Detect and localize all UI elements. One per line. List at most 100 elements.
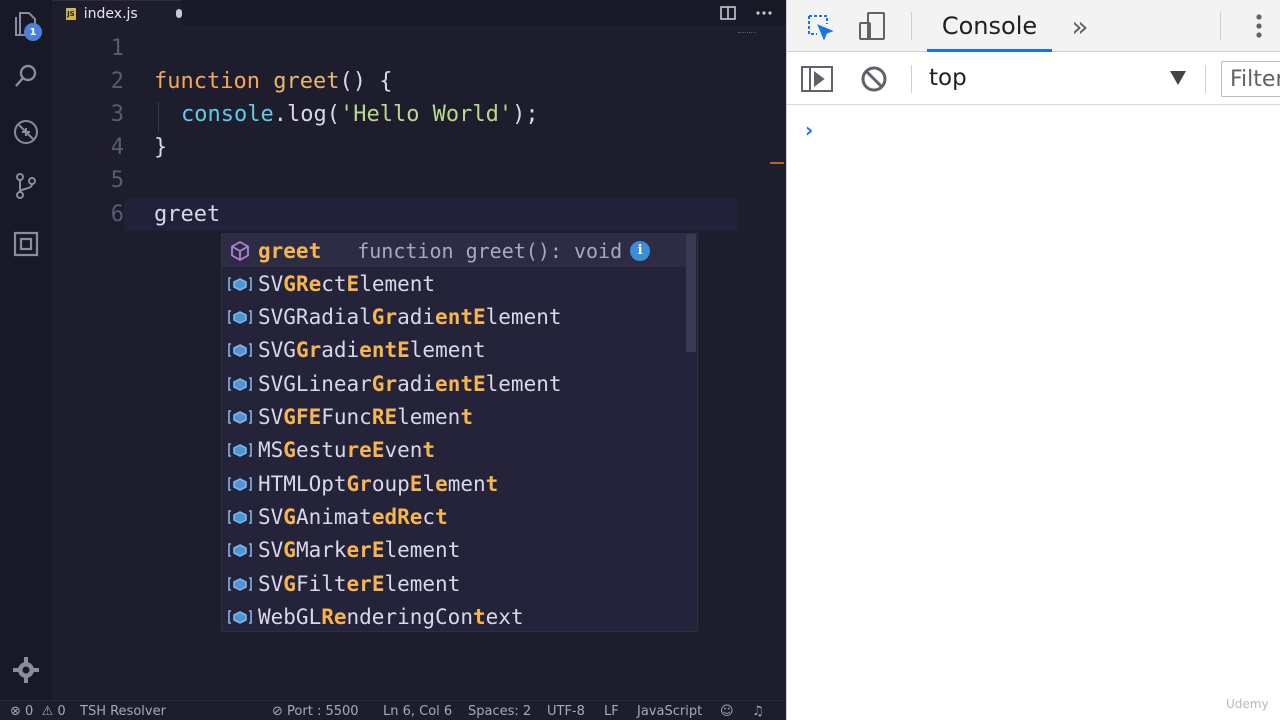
suggestion-item[interactable]: SVGMarkerElement	[222, 534, 688, 567]
dropdown-caret-icon[interactable]	[1170, 71, 1186, 85]
cube-method-icon	[222, 240, 258, 262]
suggestion-item[interactable]: MSGestureEvent	[222, 434, 688, 467]
code-line-6[interactable]: greet	[154, 202, 220, 227]
search-icon[interactable]	[10, 60, 42, 92]
variable-icon	[222, 509, 258, 525]
variable-icon	[222, 576, 258, 592]
activity-bar: 1	[0, 0, 52, 700]
console-toolbar: top	[787, 53, 1280, 105]
settings-gear-icon[interactable]	[10, 654, 42, 686]
cursor-position[interactable]: Ln 6, Col 6	[383, 704, 452, 719]
unsaved-dot-icon[interactable]	[175, 9, 182, 18]
string-token: 'Hello World'	[339, 102, 513, 127]
suggestion-detail: function greet(): void	[357, 238, 623, 263]
suggest-scrollbar[interactable]	[686, 234, 696, 352]
toolbar-divider	[911, 12, 912, 40]
extensions-icon[interactable]	[10, 228, 42, 260]
feedback-smiley-icon[interactable]: ☺	[720, 704, 734, 719]
warning-icon: ⚠	[41, 704, 54, 719]
suggestion-label: SVGFEFuncRElement	[258, 405, 473, 429]
suggestion-item-greet[interactable]: greet function greet(): void i	[222, 234, 688, 267]
variable-icon	[222, 342, 258, 358]
device-toolbar-icon[interactable]	[857, 10, 889, 42]
inspect-element-icon[interactable]	[805, 12, 835, 42]
source-control-icon[interactable]	[10, 170, 42, 202]
indent-guide	[158, 102, 159, 132]
error-count: 0	[25, 704, 34, 719]
status-bar: ⊗ 0 ⚠ 0 TSH Resolver ⊘ Port : 5500 Ln 6,…	[0, 700, 786, 720]
tab-label: index.js	[83, 5, 138, 22]
suggestion-item[interactable]: SVGAnimatedRect	[222, 500, 688, 533]
overview-ruler-mark	[738, 32, 756, 38]
suggestion-item[interactable]: SVGGradientElement	[222, 334, 688, 367]
toolbar-divider	[1220, 12, 1221, 40]
line-number: 5	[110, 168, 124, 193]
suggestion-label: SVGRectElement	[258, 271, 436, 296]
console-filter-input[interactable]	[1221, 61, 1280, 97]
indentation[interactable]: Spaces: 2	[468, 704, 531, 719]
punctuation-token: );	[512, 102, 539, 127]
suggestion-item[interactable]: HTMLOptGroupElement	[222, 467, 688, 500]
line-number: 1	[110, 36, 124, 61]
punctuation-token: (	[326, 102, 340, 127]
split-editor-icon[interactable]	[718, 4, 738, 22]
devtools-toolbar: Console »	[787, 0, 1280, 52]
code-line-4[interactable]: }	[154, 135, 167, 160]
overview-ruler-cursor-mark	[770, 162, 784, 164]
variable-icon	[222, 609, 258, 625]
more-actions-icon[interactable]	[754, 4, 774, 22]
language-mode[interactable]: JavaScript	[637, 704, 702, 719]
js-file-icon: JS	[66, 7, 76, 20]
problems-indicator[interactable]: ⊗ 0 ⚠ 0	[10, 704, 66, 719]
suggestion-label: greet	[258, 238, 322, 263]
suggestion-item[interactable]: SVGFilterElement	[222, 567, 688, 600]
tab-index-js[interactable]: JS index.js	[52, 0, 182, 26]
suggestion-item[interactable]: SVGRadialGradientElement	[222, 301, 688, 334]
editor-tab-bar: JS index.js	[52, 0, 786, 26]
udemy-watermark: Udemy	[1226, 697, 1269, 711]
broadcast-icon: ⊘	[272, 704, 283, 719]
more-tabs-chevron-icon[interactable]: »	[1067, 10, 1093, 43]
suggestion-label: SVGGradientElement	[258, 338, 486, 363]
warning-count: 0	[57, 704, 66, 719]
suggestion-item[interactable]: SVGFEFuncRElement	[222, 401, 688, 434]
method-token: log	[286, 102, 327, 127]
suggestion-item[interactable]: WebGLRenderingContext	[222, 600, 688, 633]
execution-context-select[interactable]: top	[929, 65, 967, 91]
debug-icon[interactable]	[10, 116, 42, 148]
suggestion-label: WebGLRenderingContext	[258, 604, 524, 629]
variable-icon	[222, 542, 258, 558]
suggestion-label: SVGFilterElement	[258, 571, 461, 596]
punctuation-token: .	[273, 102, 287, 127]
devtools-menu-icon[interactable]	[1249, 12, 1269, 40]
suggestion-label: SVGMarkerElement	[258, 538, 461, 563]
variable-icon	[222, 409, 258, 425]
variable-icon	[222, 442, 258, 458]
show-sidebar-icon[interactable]	[801, 65, 833, 93]
toolbar-divider	[1205, 65, 1206, 93]
tsh-resolver[interactable]: TSH Resolver	[80, 704, 166, 719]
code-line-2[interactable]: function greet() {	[154, 69, 392, 94]
object-token: console	[181, 102, 274, 127]
console-prompt-chevron-icon[interactable]: ›	[805, 118, 813, 142]
clear-console-icon[interactable]	[859, 65, 889, 93]
tab-console[interactable]: Console	[927, 0, 1052, 52]
code-line-3[interactable]: console.log('Hello World');	[181, 102, 539, 127]
suggest-widget: greet function greet(): void i SVGRectEl…	[221, 233, 698, 632]
suggestion-item[interactable]: SVGRectElement	[222, 267, 688, 300]
end-of-line[interactable]: LF	[604, 704, 619, 719]
live-server-port[interactable]: ⊘ Port : 5500	[272, 704, 359, 719]
suggestion-label: SVGLinearGradientElement	[258, 371, 562, 396]
variable-icon	[222, 376, 258, 392]
suggestion-label: SVGAnimatedRect	[258, 504, 448, 529]
encoding[interactable]: UTF-8	[547, 704, 585, 719]
suggestion-label: HTMLOptGroupElement	[258, 471, 499, 496]
code-editor: 1 JS index.js 1 2 3 4 5 6 function greet…	[0, 0, 786, 720]
variable-icon	[222, 276, 258, 292]
info-icon[interactable]: i	[630, 240, 651, 261]
devtools-panel: Console » top ›	[786, 0, 1280, 720]
line-number: 2	[110, 69, 124, 94]
keyword-token: function	[154, 69, 260, 94]
notifications-bell-icon[interactable]: ♫	[752, 704, 764, 719]
suggestion-item[interactable]: SVGLinearGradientElement	[222, 367, 688, 400]
